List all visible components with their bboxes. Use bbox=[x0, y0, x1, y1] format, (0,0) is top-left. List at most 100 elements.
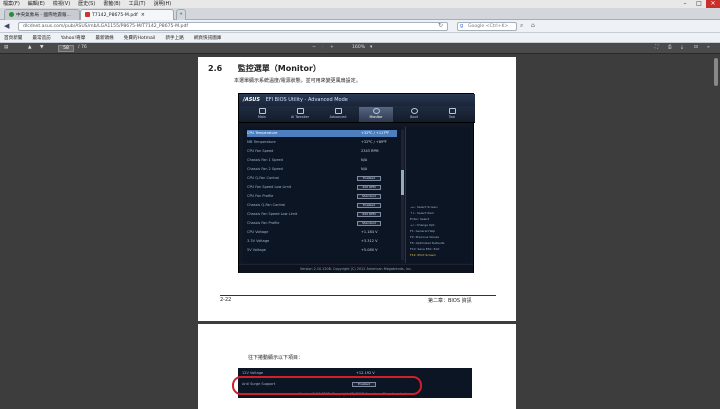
document-scroll-thumb[interactable] bbox=[714, 58, 718, 86]
weather-favicon-icon bbox=[9, 12, 14, 17]
new-tab-button[interactable]: + bbox=[176, 9, 186, 20]
bios-scrollbar[interactable] bbox=[401, 130, 404, 260]
search-input[interactable]: Google <Ctrl+K> bbox=[457, 22, 517, 31]
tab-weather[interactable]: 中央氣象局 - 國際地震報... bbox=[4, 9, 80, 20]
bios-scroll-thumb[interactable] bbox=[401, 170, 404, 195]
download-icon[interactable]: ⤓ bbox=[681, 44, 683, 52]
tab-pdf[interactable]: T7142_P8675-M.pdf × bbox=[80, 9, 174, 20]
menu-file[interactable]: 檔案(F) bbox=[3, 0, 20, 8]
bios-row-5v[interactable]: 5V Voltage +5.080 V bbox=[247, 247, 397, 254]
row-option-box[interactable]: Standard bbox=[357, 221, 381, 226]
bookmark-item[interactable]: 首頁新聞 bbox=[4, 35, 22, 41]
maximize-icon[interactable]: □ bbox=[692, 0, 706, 8]
bios-tab-label: Main bbox=[257, 115, 267, 119]
bios-row-chassis-fan1[interactable]: Chassis Fan 1 Speed N/A bbox=[247, 157, 397, 164]
bios-tab-label: Tool bbox=[448, 115, 456, 119]
tab-close-icon[interactable]: × bbox=[141, 12, 145, 18]
help-line: Enter: Select bbox=[410, 217, 430, 221]
reload-icon[interactable]: ↻ bbox=[438, 22, 443, 29]
row-option-box[interactable]: Enabled bbox=[357, 176, 381, 181]
window-controls: – □ ✕ bbox=[678, 0, 720, 8]
next-page-icon[interactable]: ▼ bbox=[40, 44, 44, 52]
url-field[interactable]: dlcdnet.asus.com/pub/ASUS/mb/LGA1155/P86… bbox=[18, 22, 448, 31]
row-value: +1.184 V bbox=[361, 230, 378, 234]
bookmark-item[interactable]: 最常造訪 bbox=[32, 35, 50, 41]
bios-row-mb-temp[interactable]: MB Temperature +32ºC / +89ºF bbox=[247, 139, 397, 146]
close-icon[interactable]: ✕ bbox=[706, 0, 720, 8]
row-label: Chassis Fan Profile bbox=[247, 221, 280, 225]
bookmark-item[interactable]: 新手上路 bbox=[165, 35, 183, 41]
menu-bookmarks[interactable]: 書籤(B) bbox=[103, 0, 120, 8]
zoom-level[interactable]: 160% bbox=[352, 44, 365, 52]
bios-row-3v3[interactable]: 3.3V Voltage +3.312 V bbox=[247, 238, 397, 245]
bios-row-chassis-qfan[interactable]: Chassis Q-Fan Control Enabled bbox=[247, 202, 397, 209]
bios-row-cpu-qfan[interactable]: CPU Q-Fan Control Enabled bbox=[247, 175, 397, 182]
zoom-dropdown-icon[interactable]: ▾ bbox=[370, 44, 372, 52]
row-option-box[interactable]: 600 RPM bbox=[357, 212, 381, 217]
bios-row-chassis-fan2[interactable]: Chassis Fan 2 Speed N/A bbox=[247, 166, 397, 173]
bios-row-chassis-fan-profile[interactable]: Chassis Fan Profile Standard bbox=[247, 220, 397, 227]
bookmark-icon[interactable]: ⊡ bbox=[694, 44, 698, 52]
search-icon[interactable]: ⌕ bbox=[520, 22, 523, 30]
bios-row-cpu-fan-low[interactable]: CPU Fan Speed Low Limit 200 RPM bbox=[247, 184, 397, 191]
help-line: F12: Print Screen bbox=[410, 253, 436, 257]
print-icon[interactable]: ⎙ bbox=[668, 44, 672, 52]
zoom-out-icon[interactable]: − bbox=[312, 44, 316, 52]
menu-tools[interactable]: 工具(T) bbox=[129, 0, 146, 8]
bios-row-cpu-voltage[interactable]: CPU Voltage +1.184 V bbox=[247, 229, 397, 236]
row-label: CPU Q-Fan Control bbox=[247, 176, 280, 180]
row-label: MB Temperature bbox=[247, 140, 276, 144]
bios-tab-monitor[interactable]: Monitor bbox=[359, 107, 393, 122]
bios-tab-advanced[interactable]: Advanced bbox=[321, 107, 355, 122]
bios-row-cpu-fan[interactable]: CPU Fan Speed 2343 RPM bbox=[247, 148, 397, 155]
monitor-icon bbox=[372, 108, 380, 114]
page-number-input[interactable]: 58 bbox=[58, 45, 74, 52]
tools-icon[interactable]: » bbox=[707, 44, 710, 52]
sidebar-toggle-icon[interactable]: ▤ bbox=[4, 44, 8, 52]
bios-screenshot: /ASUS EFI BIOS Utility - Advanced Mode M… bbox=[238, 93, 475, 273]
bios-tab-ai-tweaker[interactable]: Ai Tweaker bbox=[283, 107, 317, 122]
bookmark-item[interactable]: 最新頭條 bbox=[95, 35, 113, 41]
fullscreen-icon[interactable]: ⛶ bbox=[655, 44, 658, 52]
row-option-box[interactable]: 200 RPM bbox=[357, 185, 381, 190]
zoom-in-icon[interactable]: + bbox=[330, 44, 334, 52]
bios-title: EFI BIOS Utility - Advanced Mode bbox=[265, 97, 348, 103]
back-icon[interactable]: ◀ bbox=[4, 22, 9, 30]
menu-help[interactable]: 說明(H) bbox=[154, 0, 172, 8]
row-value: +3.312 V bbox=[361, 239, 378, 243]
zoom-divider: | bbox=[322, 45, 324, 50]
bookmark-item[interactable]: Yahoo!奇摩 bbox=[61, 35, 86, 41]
bios-tab-label: Monitor bbox=[369, 115, 383, 119]
bios-row-cpu-fan-profile[interactable]: CPU Fan Profile Standard bbox=[247, 193, 397, 200]
bios-tab-tool[interactable]: Tool bbox=[435, 107, 469, 122]
menu-bar: 檔案(F) 編輯(E) 檢視(V) 歷史(S) 書籤(B) 工具(T) 說明(H… bbox=[0, 0, 720, 8]
row-label: CPU Fan Speed bbox=[247, 149, 274, 153]
bookmark-item[interactable]: 網頁快訊圖庫 bbox=[194, 35, 222, 41]
document-scrollbar[interactable] bbox=[712, 54, 720, 405]
bookmark-item[interactable]: 免費的Hotmail bbox=[124, 35, 156, 41]
page-footer-chapter: 第二章：BIOS 資訊 bbox=[428, 298, 472, 304]
google-icon: g bbox=[460, 23, 464, 29]
help-line: F5: Optimized Defaults bbox=[410, 241, 445, 245]
pdf-toolbar: ▤ ▲ ▼ 58 / 76 − | + 160% ▾ ⛶ ⎙ ⤓ ⊡ » bbox=[0, 43, 720, 54]
bios-tab-bar: Main Ai Tweaker Advanced Monitor Boot To… bbox=[239, 106, 475, 123]
bios-tab-boot[interactable]: Boot bbox=[397, 107, 431, 122]
minimize-icon[interactable]: – bbox=[678, 0, 692, 8]
row-option-box[interactable]: Enabled bbox=[357, 203, 381, 208]
main-icon bbox=[258, 108, 266, 114]
row-option-box[interactable]: Standard bbox=[357, 194, 381, 199]
advanced-icon bbox=[334, 108, 342, 114]
home-icon[interactable]: ⌂ bbox=[531, 22, 535, 29]
menu-view[interactable]: 檢視(V) bbox=[53, 0, 70, 8]
bios-row-cpu-temp[interactable]: CPU Temperature +32ºC / +117ºF bbox=[247, 130, 397, 137]
help-line: +/-: Change Opt. bbox=[410, 223, 436, 227]
prev-page-icon[interactable]: ▲ bbox=[28, 44, 32, 52]
pdf-page-2: 往下捲動顯示以下項目： 12V Voltage +12.192 V Anti Su… bbox=[198, 324, 516, 409]
bios-row-chassis-fan-low[interactable]: Chassis Fan Speed Low Limit 600 RPM bbox=[247, 211, 397, 218]
help-line: F10: Save ESC: Exit bbox=[410, 247, 440, 251]
help-line: →←: Select Screen bbox=[410, 205, 438, 209]
tab-label: T7142_P8675-M.pdf bbox=[92, 13, 138, 18]
menu-edit[interactable]: 編輯(E) bbox=[28, 0, 45, 8]
menu-history[interactable]: 歷史(S) bbox=[78, 0, 95, 8]
bios-tab-main[interactable]: Main bbox=[245, 107, 279, 122]
